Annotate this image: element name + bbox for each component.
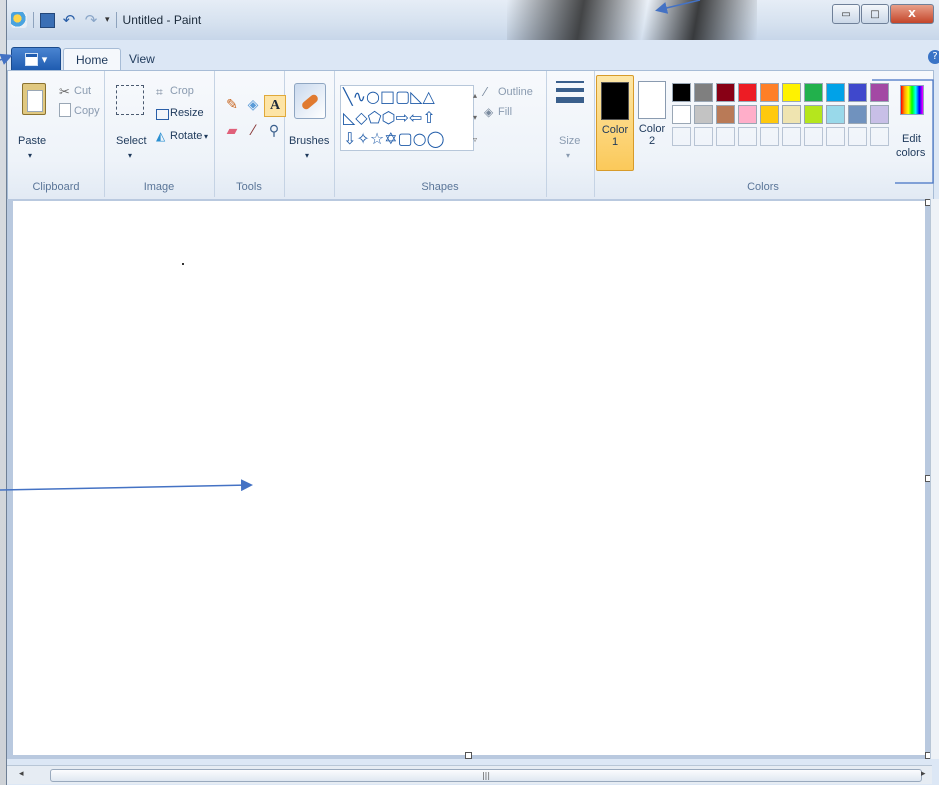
annotation-arrow-title bbox=[655, 0, 701, 14]
annotation-overlay bbox=[0, 0, 934, 492]
annotation-arrow-menu bbox=[0, 53, 13, 65]
annotation-arrow-canvas bbox=[0, 479, 253, 492]
annotation-bracket-colors bbox=[872, 79, 934, 184]
